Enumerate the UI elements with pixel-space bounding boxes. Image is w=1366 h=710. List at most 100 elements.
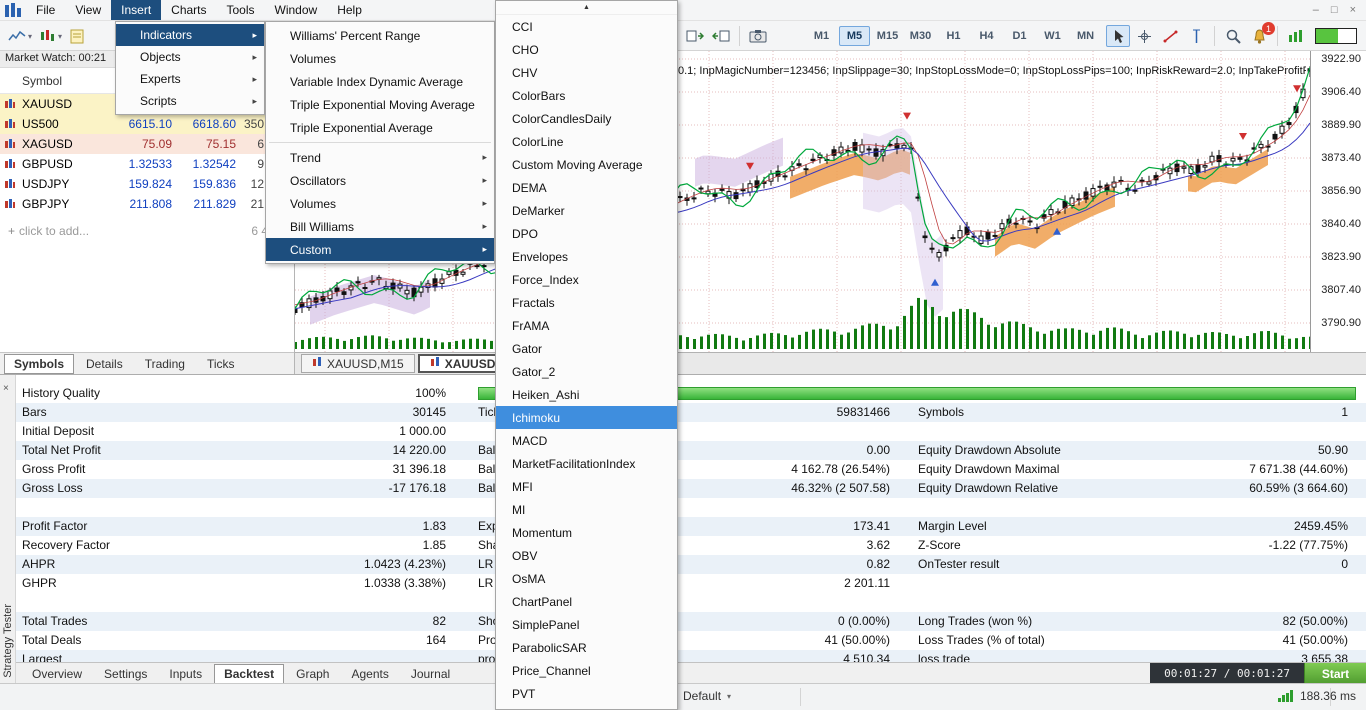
arrange-windows-icon[interactable] [683,25,707,47]
tester-tab-settings[interactable]: Settings [94,664,157,684]
custom-indicator-chartpanel[interactable]: ChartPanel [496,590,677,613]
timeframe-m30[interactable]: M30 [905,26,936,46]
tester-tab-graph[interactable]: Graph [286,664,339,684]
custom-indicator-price-channel[interactable]: Price_Channel [496,659,677,682]
price-scale[interactable]: 3922.90 3906.40 3889.90 3873.40 3856.90 3840.… [1310,51,1366,352]
vertical-line-tool-icon[interactable] [1184,25,1208,47]
indicator-group-volumes[interactable]: Volumes ▸ [266,192,494,215]
custom-indicator-osma[interactable]: OsMA [496,567,677,590]
menubar-item-tools[interactable]: Tools [217,0,265,20]
start-button[interactable]: Start [1304,662,1366,685]
market-row-gbpjpy[interactable]: GBPJPY211.808211.82921-0 [0,194,294,214]
menubar-item-charts[interactable]: Charts [161,0,216,20]
custom-indicator-envelopes[interactable]: Envelopes [496,245,677,268]
dock-window-icon[interactable] [709,25,733,47]
insert-menu-item-experts[interactable]: Experts ▸ [116,68,264,90]
custom-indicator-cci[interactable]: CCI [496,15,677,38]
click-to-add-row[interactable]: + click to add... 6 4 [0,221,294,241]
custom-indicator-custom-moving-average[interactable]: Custom Moving Average [496,153,677,176]
screenshot-camera-icon[interactable] [746,25,770,47]
new-chart-icon[interactable] [5,25,29,47]
indicator-item-triple-exponential-moving-average[interactable]: Triple Exponential Moving Average [266,93,494,116]
custom-indicator-demarker[interactable]: DeMarker [496,199,677,222]
custom-indicator-frama[interactable]: FrAMA [496,314,677,337]
custom-indicator-parabolicsar[interactable]: ParabolicSAR [496,636,677,659]
tester-tab-journal[interactable]: Journal [401,664,460,684]
scroll-up-icon[interactable]: ▲ [496,1,677,15]
tester-tab-backtest[interactable]: Backtest [214,663,285,684]
crosshair-tool-icon[interactable] [1132,25,1156,47]
indicator-item-volumes[interactable]: Volumes [266,47,494,70]
chart-tab-xauusd-m15[interactable]: XAUUSD,M15 [301,354,415,373]
indicator-group-oscillators[interactable]: Oscillators ▸ [266,169,494,192]
new-order-icon[interactable] [65,25,89,47]
custom-indicator-simplepanel[interactable]: SimplePanel [496,613,677,636]
market-row-gbpusd[interactable]: GBPUSD1.325331.3254290 [0,154,294,174]
chevron-down-icon[interactable]: ▾ [58,32,62,41]
custom-indicator-mi[interactable]: MI [496,498,677,521]
chevron-down-icon[interactable]: ▾ [28,32,32,41]
close-icon[interactable]: × [1350,4,1356,16]
indicator-item-williams-percent-range[interactable]: Williams' Percent Range [266,24,494,47]
custom-indicator-heiken-ashi[interactable]: Heiken_Ashi [496,383,677,406]
market-watch-tab-trading[interactable]: Trading [135,354,195,374]
timeframe-m15[interactable]: M15 [872,26,903,46]
custom-indicator-pvt[interactable]: PVT [496,682,677,705]
custom-indicator-colorline[interactable]: ColorLine [496,130,677,153]
tester-tab-inputs[interactable]: Inputs [159,664,212,684]
market-watch-tab-symbols[interactable]: Symbols [4,353,75,374]
custom-indicator-marketfacilitationindex[interactable]: MarketFacilitationIndex [496,452,677,475]
custom-indicator-dema[interactable]: DEMA [496,176,677,199]
menubar-item-insert[interactable]: Insert [111,0,162,20]
market-row-usdjpy[interactable]: USDJPY159.824159.836120 [0,174,294,194]
menubar-item-file[interactable]: File [26,0,65,20]
chart-type-icon[interactable] [35,25,59,47]
custom-indicator-fractals[interactable]: Fractals [496,291,677,314]
insert-menu-item-indicators[interactable]: Indicators ▸ [116,24,264,46]
market-row-us500[interactable]: US5006615.106618.60350-0 [0,114,294,134]
indicator-group-trend[interactable]: Trend ▸ [266,146,494,169]
tick-chart-icon[interactable] [1284,25,1308,47]
custom-indicator-gator[interactable]: Gator [496,337,677,360]
cursor-tool-icon[interactable] [1106,25,1130,47]
restore-icon[interactable]: □ [1331,4,1338,16]
timeframe-h4[interactable]: H4 [971,26,1002,46]
custom-indicator-obv[interactable]: OBV [496,544,677,567]
trendline-tool-icon[interactable] [1158,25,1182,47]
timeframe-w1[interactable]: W1 [1037,26,1068,46]
custom-indicator-dpo[interactable]: DPO [496,222,677,245]
tester-tab-overview[interactable]: Overview [22,664,92,684]
indicator-item-triple-exponential-average[interactable]: Triple Exponential Average [266,116,494,139]
tester-tab-agents[interactable]: Agents [341,664,398,684]
timeframe-h1[interactable]: H1 [938,26,969,46]
indicator-group-bill-williams[interactable]: Bill Williams ▸ [266,215,494,238]
menubar-item-window[interactable]: Window [265,0,328,20]
timeframe-mn[interactable]: MN [1070,26,1101,46]
custom-indicator-ichimoku[interactable]: Ichimoku [496,406,677,429]
custom-indicator-cho[interactable]: CHO [496,38,677,61]
custom-indicator-force-index[interactable]: Force_Index [496,268,677,291]
bar-colors-swatch[interactable] [1315,28,1357,44]
custom-indicator-macd[interactable]: MACD [496,429,677,452]
indicator-item-variable-index-dynamic-average[interactable]: Variable Index Dynamic Average [266,70,494,93]
menubar-item-view[interactable]: View [65,0,111,20]
timeframe-m1[interactable]: M1 [806,26,837,46]
market-watch-tab-ticks[interactable]: Ticks [197,354,245,374]
menubar-item-help[interactable]: Help [327,0,372,20]
minimize-icon[interactable]: – [1313,4,1319,16]
timeframe-d1[interactable]: D1 [1004,26,1035,46]
market-watch-tab-details[interactable]: Details [76,354,133,374]
indicator-group-custom[interactable]: Custom ▸ [266,238,494,261]
market-row-xagusd[interactable]: XAGUSD75.0975.156-0 [0,134,294,154]
custom-indicator-gator-2[interactable]: Gator_2 [496,360,677,383]
profile-selector[interactable]: Default ▾ [683,689,731,703]
custom-indicator-momentum[interactable]: Momentum [496,521,677,544]
search-icon[interactable] [1221,25,1245,47]
insert-menu-item-objects[interactable]: Objects ▸ [116,46,264,68]
custom-indicator-roc[interactable]: ROC [496,705,677,709]
custom-indicator-colorcandlesdaily[interactable]: ColorCandlesDaily [496,107,677,130]
notifications-bell-icon[interactable]: 1 [1247,22,1275,47]
custom-indicator-chv[interactable]: CHV [496,61,677,84]
custom-indicator-mfi[interactable]: MFI [496,475,677,498]
timeframe-m5[interactable]: M5 [839,26,870,46]
